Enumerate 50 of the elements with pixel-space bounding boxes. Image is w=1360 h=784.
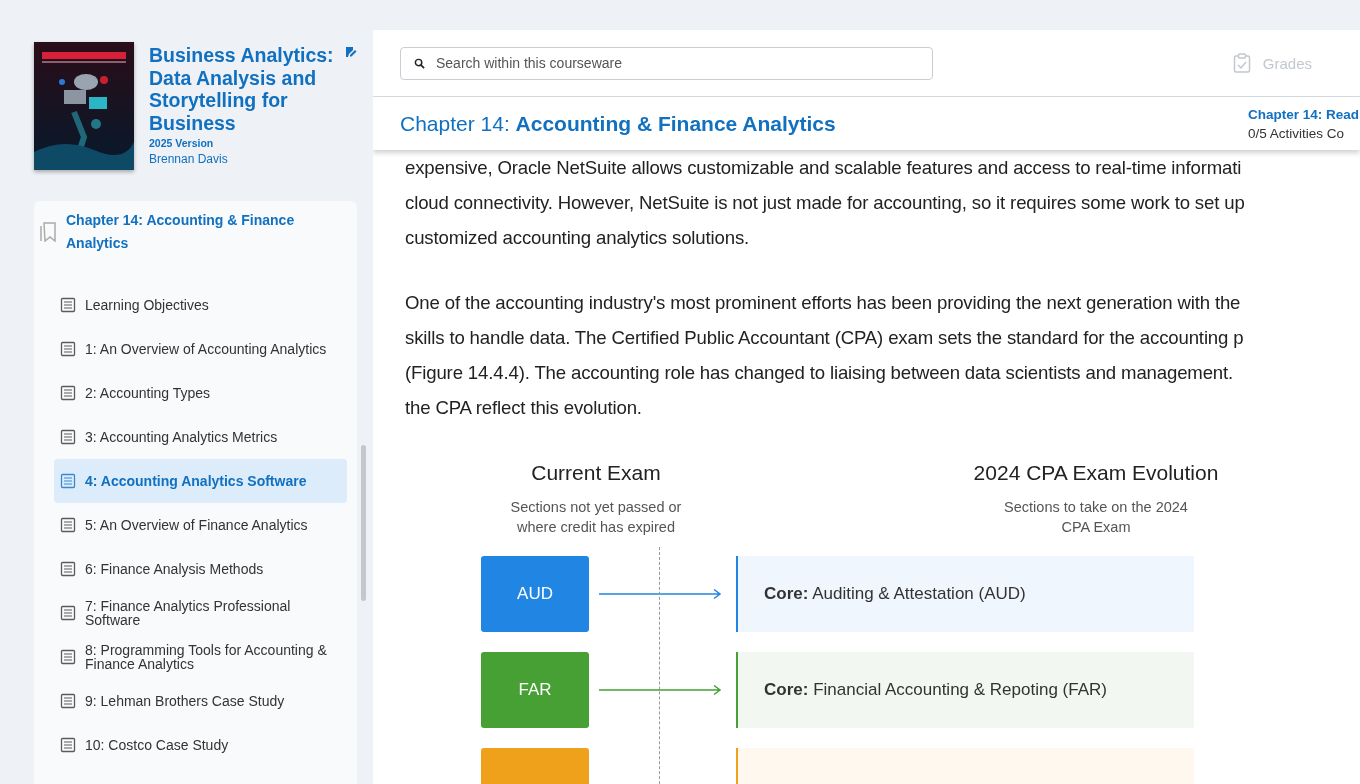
exam-section-tile: FAR [481, 651, 589, 728]
document-icon [60, 649, 76, 665]
text-line: (Figure 14.4.4). The accounting role has changed to liaising between data scientists and management. [405, 361, 1234, 385]
document-icon [60, 561, 76, 577]
chapter-heading[interactable]: Chapter 14: Accounting & Finance Analytics [66, 209, 311, 255]
contents-item[interactable]: 10: Costco Case Study [54, 723, 347, 767]
figure-heading: Current Exam [531, 461, 661, 485]
book-author: Brennan Davis [149, 152, 229, 166]
text-line: skills to handle data. The Certified Public Accountant (CPA) exam sets the standard for the accounting p [405, 326, 1244, 350]
clipboard-icon [1232, 53, 1251, 73]
text-line: One of the accounting industry's most prominent efforts has been providing the next generation with the [405, 291, 1241, 315]
document-icon [60, 385, 76, 401]
bookmark-icon [40, 222, 58, 242]
text-line: expensive, Oracle NetSuite allows customizable and scalable features and access to real-time informati [405, 156, 1242, 180]
exam-section-panel: Core: Auditing & Attestation (AUD) [736, 555, 1194, 632]
contents-item[interactable]: 8: Programming Tools for Accounting & Finance Analytics [54, 635, 347, 679]
text-line: the CPA reflect this evolution. [405, 396, 642, 420]
book-title: Business Analytics: Data Analysis and Storytelling for Business [149, 44, 335, 134]
document-icon [60, 737, 76, 753]
text-line: cloud connectivity. However, NetSuite is not just made for accounting, so it requires some work to set up [405, 191, 1245, 215]
progress-text: 0/5 Activities Co [1248, 125, 1346, 141]
contents-item[interactable]: 1: An Overview of Accounting Analytics [54, 327, 347, 371]
contents-item[interactable]: 6: Finance Analysis Methods [54, 547, 347, 591]
figure-subtitle: Sections to take on the 2024 CPA Exam [1003, 498, 1189, 537]
contents-item[interactable]: 4: Accounting Analytics Software [54, 459, 347, 503]
document-icon [60, 341, 76, 357]
figure-heading: 2024 CPA Exam Evolution [973, 461, 1219, 485]
scrollbar[interactable] [361, 445, 366, 601]
chapter-title: Chapter 14: Accounting & Finance Analytics [400, 111, 836, 136]
text-line: customized accounting analytics solutions. [405, 226, 750, 250]
document-icon [60, 605, 76, 621]
contents-item[interactable]: 3: Accounting Analytics Metrics [54, 415, 347, 459]
document-icon [60, 517, 76, 533]
document-icon [60, 473, 76, 489]
document-icon [60, 297, 76, 313]
progress-title[interactable]: Chapter 14: Read [1248, 106, 1360, 122]
book-version: 2025 Version [149, 137, 215, 149]
search-field[interactable]: Search within this courseware [400, 46, 933, 80]
document-icon [60, 429, 76, 445]
contents-item[interactable]: 5: An Overview of Finance Analytics [54, 503, 347, 547]
contents-item[interactable]: Learning Objectives [54, 283, 347, 327]
figure-subtitle: Sections not yet passed or where credit has expired [509, 498, 683, 537]
exam-section-tile: AUD [481, 555, 589, 632]
exam-section-panel: Core: Financial Accounting & Repoting (FAR) [736, 651, 1194, 728]
contents-item[interactable]: 9: Lehman Brothers Case Study [54, 679, 347, 723]
contents-item[interactable]: 7: Finance Analytics Professional Software [54, 591, 347, 635]
edit-icon[interactable] [345, 46, 357, 59]
contents-item[interactable]: 2: Accounting Types [54, 371, 347, 415]
document-icon [60, 693, 76, 709]
search-icon [414, 57, 425, 69]
